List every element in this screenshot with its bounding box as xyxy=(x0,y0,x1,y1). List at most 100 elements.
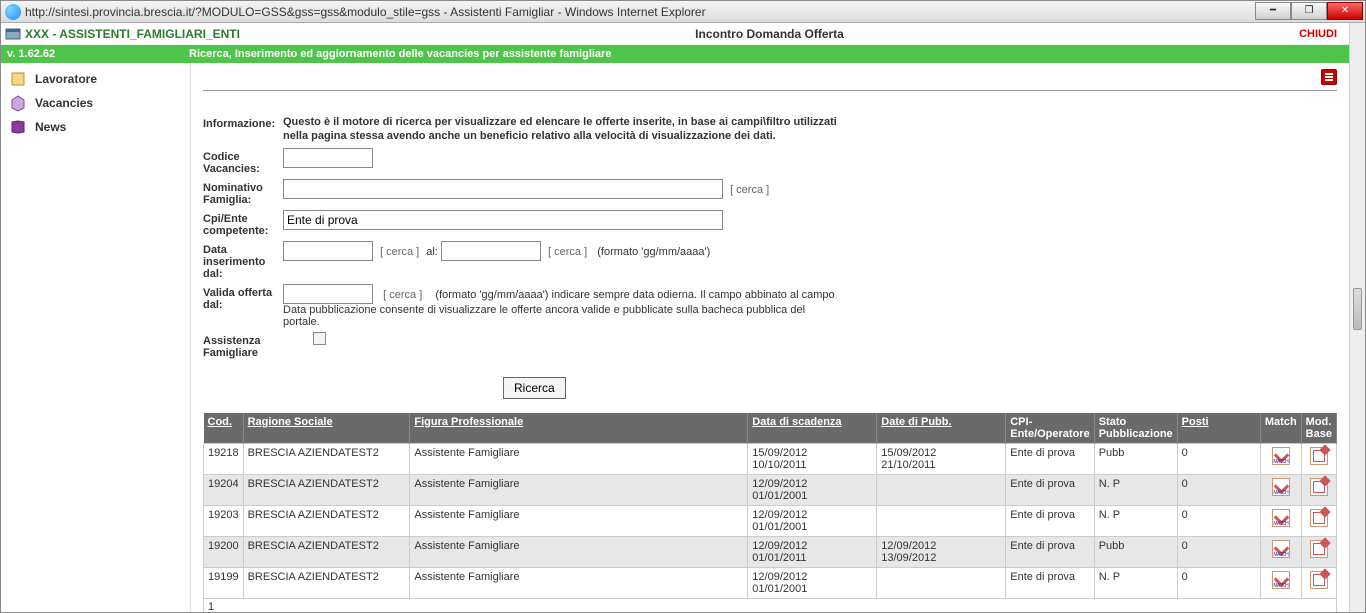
cell-mod xyxy=(1301,505,1336,536)
data-to-cerca-link[interactable]: [ cerca ] xyxy=(548,246,587,258)
match-icon[interactable] xyxy=(1272,571,1290,589)
col-cpi[interactable]: CPI-Ente/Operatore xyxy=(1006,413,1094,444)
col-posti[interactable]: Posti xyxy=(1177,413,1260,444)
cell-cod: 19199 xyxy=(204,567,244,598)
al-label: al: xyxy=(426,246,438,258)
version-label: v. 1.62.62 xyxy=(7,48,189,60)
sidebar: Lavoratore Vacancies News xyxy=(1,63,191,612)
sidebar-item-lavoratore[interactable]: Lavoratore xyxy=(1,67,190,91)
window-minimize-button[interactable]: ━ xyxy=(1255,2,1291,20)
sidebar-item-news[interactable]: News xyxy=(1,115,190,139)
sidebar-item-label: Vacancies xyxy=(35,96,93,110)
table-row: 19200BRESCIA AZIENDATEST2Assistente Fami… xyxy=(204,536,1337,567)
pager[interactable]: 1 xyxy=(203,599,1337,612)
data-inserimento-from-input[interactable] xyxy=(283,241,373,261)
col-ragione[interactable]: Ragione Sociale xyxy=(243,413,410,444)
col-scadenza[interactable]: Data di scadenza xyxy=(748,413,877,444)
formato-hint: (formato 'gg/mm/aaaa') xyxy=(597,246,710,258)
cell-cod: 19218 xyxy=(204,443,244,474)
cell-scadenza: 12/09/201201/01/2001 xyxy=(748,567,877,598)
data-from-cerca-link[interactable]: [ cerca ] xyxy=(380,246,419,258)
cell-stato: Pubb xyxy=(1094,443,1177,474)
cell-figura: Assistente Famigliare xyxy=(410,474,748,505)
informazione-text: Questo è il motore di ricerca per visual… xyxy=(283,115,843,144)
cell-ragione: BRESCIA AZIENDATEST2 xyxy=(243,443,410,474)
match-icon[interactable] xyxy=(1272,478,1290,496)
browser-chrome: http://sintesi.provincia.brescia.it/?MOD… xyxy=(1,1,1365,23)
edit-icon[interactable] xyxy=(1310,478,1328,496)
ie-icon xyxy=(5,4,21,20)
cell-stato: N. P xyxy=(1094,474,1177,505)
cell-scadenza: 12/09/201201/01/2011 xyxy=(748,536,877,567)
valida-input[interactable] xyxy=(283,284,373,304)
col-pubb[interactable]: Date di Pubb. xyxy=(877,413,1006,444)
cell-ragione: BRESCIA AZIENDATEST2 xyxy=(243,505,410,536)
cell-scadenza: 12/09/201201/01/2001 xyxy=(748,505,877,536)
cell-posti: 0 xyxy=(1177,505,1260,536)
cell-cpi: Ente di prova xyxy=(1006,536,1094,567)
edit-icon[interactable] xyxy=(1310,571,1328,589)
cpi-input[interactable] xyxy=(283,210,723,230)
table-row: 19199BRESCIA AZIENDATEST2Assistente Fami… xyxy=(204,567,1337,598)
page-subtitle: Ricerca, Inserimento ed aggiornamento de… xyxy=(189,48,1343,60)
cell-mod xyxy=(1301,567,1336,598)
cell-cpi: Ente di prova xyxy=(1006,505,1094,536)
cell-figura: Assistente Famigliare xyxy=(410,567,748,598)
edit-icon[interactable] xyxy=(1310,509,1328,527)
cell-posti: 0 xyxy=(1177,443,1260,474)
col-mod: Mod. Base xyxy=(1301,413,1336,444)
cell-cpi: Ente di prova xyxy=(1006,443,1094,474)
sidebar-item-vacancies[interactable]: Vacancies xyxy=(1,91,190,115)
col-cod[interactable]: Cod. xyxy=(204,413,244,444)
cell-match xyxy=(1260,443,1301,474)
nominativo-label: Nominativo Famiglia: xyxy=(203,179,283,206)
codice-label: Codice Vacancies: xyxy=(203,148,283,175)
cell-scadenza: 15/09/201210/10/2011 xyxy=(748,443,877,474)
nominativo-cerca-link[interactable]: [ cerca ] xyxy=(730,184,769,196)
cell-mod xyxy=(1301,474,1336,505)
valida-cerca-link[interactable]: [ cerca ] xyxy=(383,289,422,301)
sidebar-item-label: Lavoratore xyxy=(35,72,97,86)
assistenza-checkbox[interactable] xyxy=(313,332,326,345)
match-icon[interactable] xyxy=(1272,509,1290,527)
data-inserimento-label: Data inserimento dal: xyxy=(203,241,283,280)
cell-match xyxy=(1260,567,1301,598)
pdf-export-icon[interactable] xyxy=(1321,69,1337,85)
match-icon[interactable] xyxy=(1272,447,1290,465)
edit-icon[interactable] xyxy=(1310,447,1328,465)
breadcrumb: XXX - ASSISTENTI_FAMIGLIARI_ENTI xyxy=(25,27,240,41)
col-stato[interactable]: Stato Pubblicazione xyxy=(1094,413,1177,444)
page-title: Incontro Domanda Offerta xyxy=(240,27,1299,41)
cell-mod xyxy=(1301,536,1336,567)
cell-match xyxy=(1260,505,1301,536)
cell-stato: N. P xyxy=(1094,505,1177,536)
url-bar[interactable]: http://sintesi.provincia.brescia.it/?MOD… xyxy=(25,5,1255,19)
cell-cod: 19204 xyxy=(204,474,244,505)
cpi-label: Cpi/Ente competente: xyxy=(203,210,283,237)
ricerca-button[interactable]: Ricerca xyxy=(503,377,566,399)
vertical-scrollbar[interactable] xyxy=(1349,23,1365,612)
nominativo-input[interactable] xyxy=(283,179,723,199)
codice-input[interactable] xyxy=(283,148,373,168)
match-icon[interactable] xyxy=(1272,540,1290,558)
cell-scadenza: 12/09/201201/01/2001 xyxy=(748,474,877,505)
results-table: Cod. Ragione Sociale Figura Professional… xyxy=(203,413,1337,599)
table-row: 19203BRESCIA AZIENDATEST2Assistente Fami… xyxy=(204,505,1337,536)
window-maximize-button[interactable]: ❐ xyxy=(1291,2,1327,20)
cell-match xyxy=(1260,536,1301,567)
assistenza-label: Assistenza Famigliare xyxy=(203,332,283,359)
filter-form: Informazione: Questo è il motore di rice… xyxy=(203,115,843,413)
col-match: Match xyxy=(1260,413,1301,444)
window-close-button[interactable]: ✕ xyxy=(1327,2,1363,20)
cell-figura: Assistente Famigliare xyxy=(410,536,748,567)
edit-icon[interactable] xyxy=(1310,540,1328,558)
cell-cod: 19203 xyxy=(204,505,244,536)
close-link[interactable]: CHIUDI xyxy=(1299,28,1337,40)
valida-label: Valida offerta dal: xyxy=(203,284,283,311)
col-figura[interactable]: Figura Professionale xyxy=(410,413,748,444)
data-inserimento-to-input[interactable] xyxy=(441,241,541,261)
cell-pubb xyxy=(877,567,1006,598)
cell-cod: 19200 xyxy=(204,536,244,567)
module-icon xyxy=(5,26,21,42)
cell-pubb: 12/09/201213/09/2012 xyxy=(877,536,1006,567)
